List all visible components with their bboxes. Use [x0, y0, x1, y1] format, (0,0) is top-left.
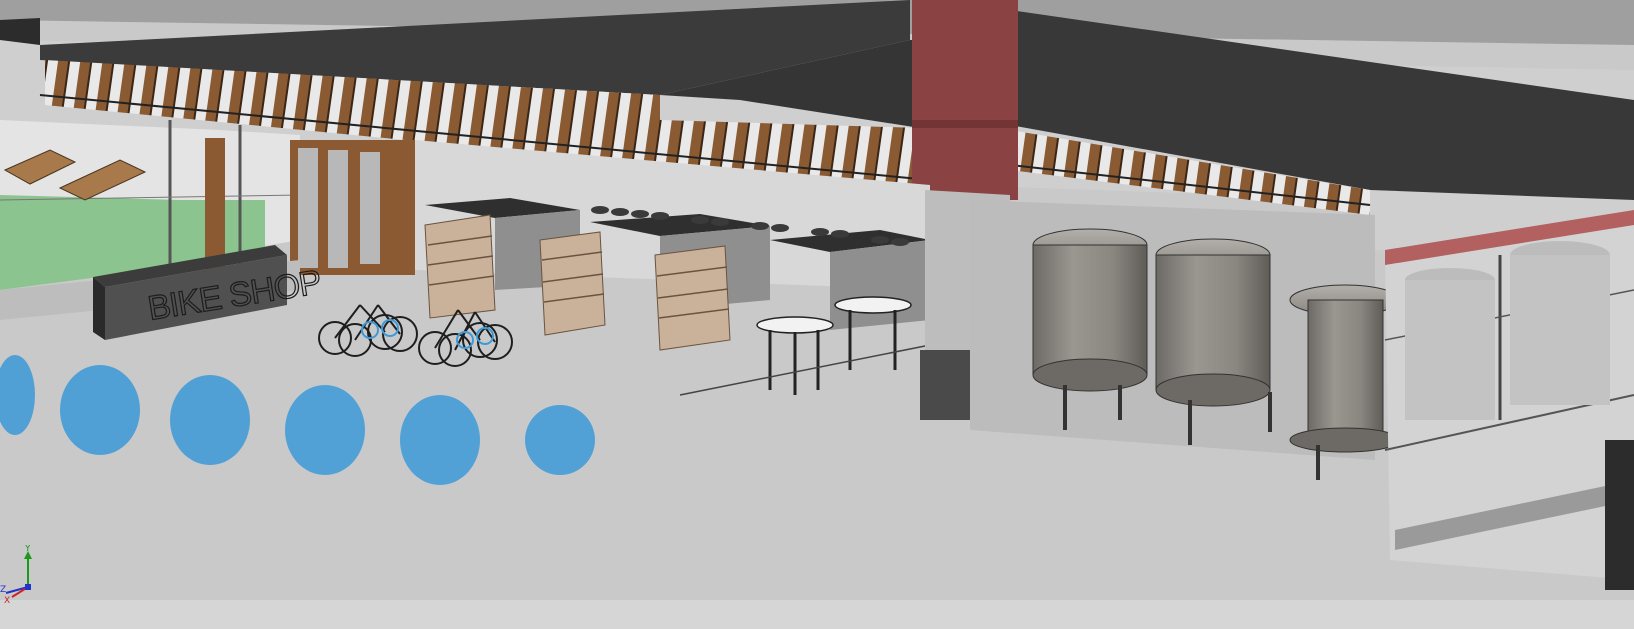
model-scene[interactable]: BIKE SHOP — [0, 0, 1634, 629]
z-axis-label: Z — [0, 585, 6, 595]
red-column — [912, 0, 1018, 200]
glass-room-right — [1384, 210, 1634, 590]
y-axis-label: Y — [24, 545, 31, 554]
axis-triad[interactable]: Y Z X — [0, 544, 40, 606]
floor-front-edge — [0, 600, 1634, 629]
cad-viewport[interactable]: BIKE SHOP Y Z X — [0, 0, 1634, 629]
x-axis-label: X — [4, 596, 10, 605]
coordinate-axes-icon: Y Z X — [0, 544, 32, 606]
